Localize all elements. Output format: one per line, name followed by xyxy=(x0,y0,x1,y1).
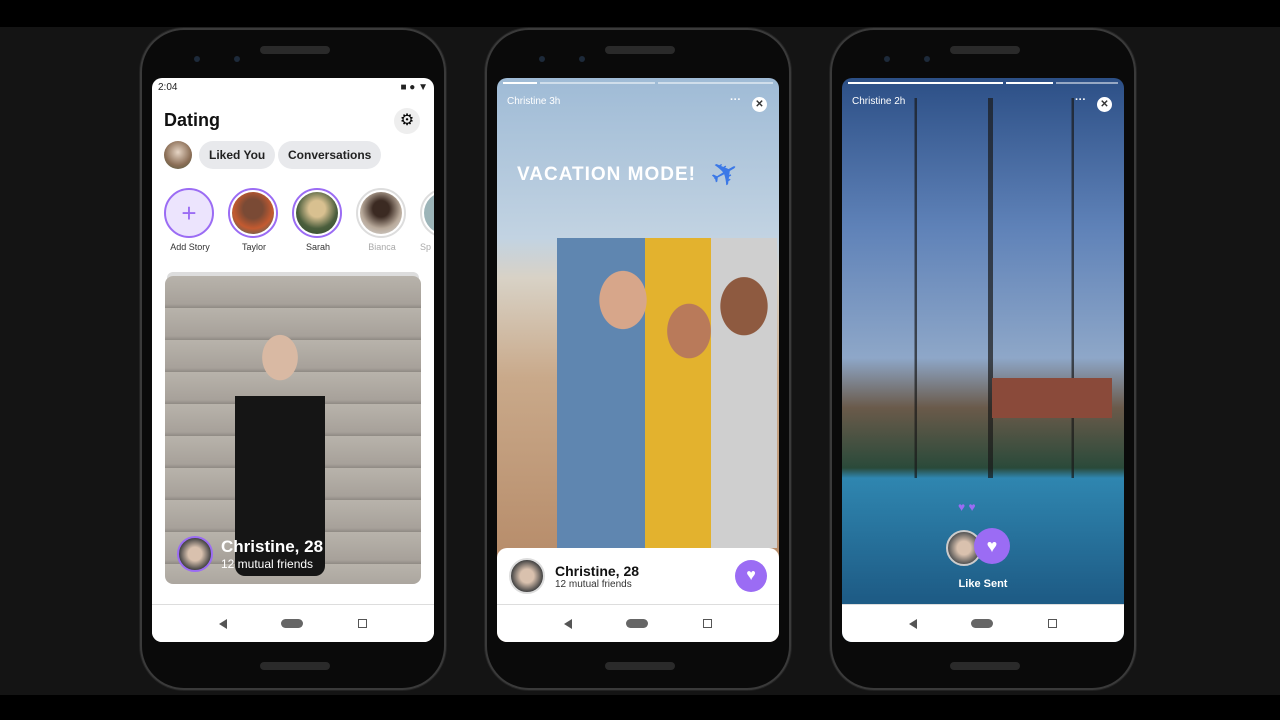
story-label: Taylor xyxy=(241,242,266,252)
story-progress xyxy=(503,82,773,84)
back-icon[interactable] xyxy=(909,618,918,629)
palm-trees-photo xyxy=(862,98,1124,478)
story-header: Christine 3h xyxy=(507,96,561,107)
profile-card[interactable]: Christine, 28 12 mutual friends ♥ xyxy=(497,548,779,604)
heart-icon: ♥ xyxy=(746,567,756,584)
recents-icon[interactable] xyxy=(702,619,712,628)
story-progress xyxy=(848,82,1119,84)
liked-you-button[interactable]: Liked You xyxy=(199,141,276,169)
story-bianca[interactable]: Bianca xyxy=(356,188,408,252)
close-icon[interactable]: ✕ xyxy=(752,97,767,112)
camera xyxy=(234,56,240,62)
add-story-button[interactable]: + Add Story xyxy=(164,188,216,252)
story-photo xyxy=(557,238,777,548)
avatar[interactable] xyxy=(164,141,192,169)
floating-hearts-icon: ♥ ♥ xyxy=(958,500,976,514)
profile-card[interactable]: Christine, 28 12 mutual friends xyxy=(165,276,421,584)
phone-story-like-sent: Christine 2h ··· ✕ ♥ ♥ ♥ Like Sent xyxy=(830,28,1136,690)
status-icons: ■ ● ▼ xyxy=(400,82,428,93)
avatar xyxy=(509,558,545,594)
recents-icon[interactable] xyxy=(357,619,367,628)
camera xyxy=(579,56,585,62)
camera xyxy=(539,56,545,62)
home-icon[interactable] xyxy=(281,619,304,628)
home-icon[interactable] xyxy=(971,619,994,628)
nav-bar xyxy=(842,604,1124,642)
story-sarah[interactable]: Sarah xyxy=(292,188,344,252)
home-icon[interactable] xyxy=(626,619,649,628)
story-label: Sarah xyxy=(305,242,331,252)
camera xyxy=(194,56,200,62)
back-icon[interactable] xyxy=(564,618,573,629)
heart-icon: ♥ xyxy=(974,528,1010,564)
plus-icon: + xyxy=(164,188,214,238)
airplane-icon: ✈ xyxy=(703,150,748,198)
speaker xyxy=(605,662,675,670)
profile-name: Christine, 28 xyxy=(555,562,640,579)
story-label: Bianca xyxy=(368,242,396,252)
screen: Christine 2h ··· ✕ ♥ ♥ ♥ Like Sent xyxy=(842,78,1124,642)
speaker xyxy=(605,46,675,54)
story-partial[interactable]: Sp xyxy=(420,188,434,252)
nav-bar xyxy=(497,604,779,642)
phone-dating-home: 2:04 ■ ● ▼ Dating ⚙ Liked You Conversatio… xyxy=(140,28,446,690)
story-taylor[interactable]: Taylor xyxy=(228,188,280,252)
speaker xyxy=(950,662,1020,670)
back-icon[interactable] xyxy=(219,618,228,629)
conversations-button[interactable]: Conversations xyxy=(278,141,382,169)
like-button[interactable]: ♥ xyxy=(735,560,767,592)
avatar xyxy=(177,536,213,572)
speaker xyxy=(950,46,1020,54)
speaker xyxy=(260,46,330,54)
camera xyxy=(924,56,930,62)
status-time: 2:04 xyxy=(158,82,178,93)
speaker xyxy=(260,662,330,670)
resort-building xyxy=(992,378,1112,418)
status-bar: 2:04 ■ ● ▼ xyxy=(158,82,428,93)
gear-icon[interactable]: ⚙ xyxy=(394,108,420,134)
mutual-friends: 12 mutual friends xyxy=(555,578,632,590)
phone-story-vacation: Christine 3h ··· ✕ VACATION MODE! ✈ Chri… xyxy=(485,28,791,690)
screen: 2:04 ■ ● ▼ Dating ⚙ Liked You Conversatio… xyxy=(152,78,434,642)
story-label: Sp xyxy=(420,242,432,252)
profile-name: Christine, 28 xyxy=(221,537,324,556)
more-icon[interactable]: ··· xyxy=(730,94,741,106)
screen: Christine 3h ··· ✕ VACATION MODE! ✈ Chri… xyxy=(497,78,779,642)
page-title: Dating xyxy=(164,110,220,130)
story-overlay-text: VACATION MODE! xyxy=(517,164,697,185)
like-sent-label: Like Sent xyxy=(958,578,1008,590)
mutual-friends: 12 mutual friends xyxy=(221,557,314,571)
camera xyxy=(884,56,890,62)
story-label: Add Story xyxy=(170,242,210,252)
recents-icon[interactable] xyxy=(1047,619,1057,628)
nav-bar xyxy=(152,604,434,642)
